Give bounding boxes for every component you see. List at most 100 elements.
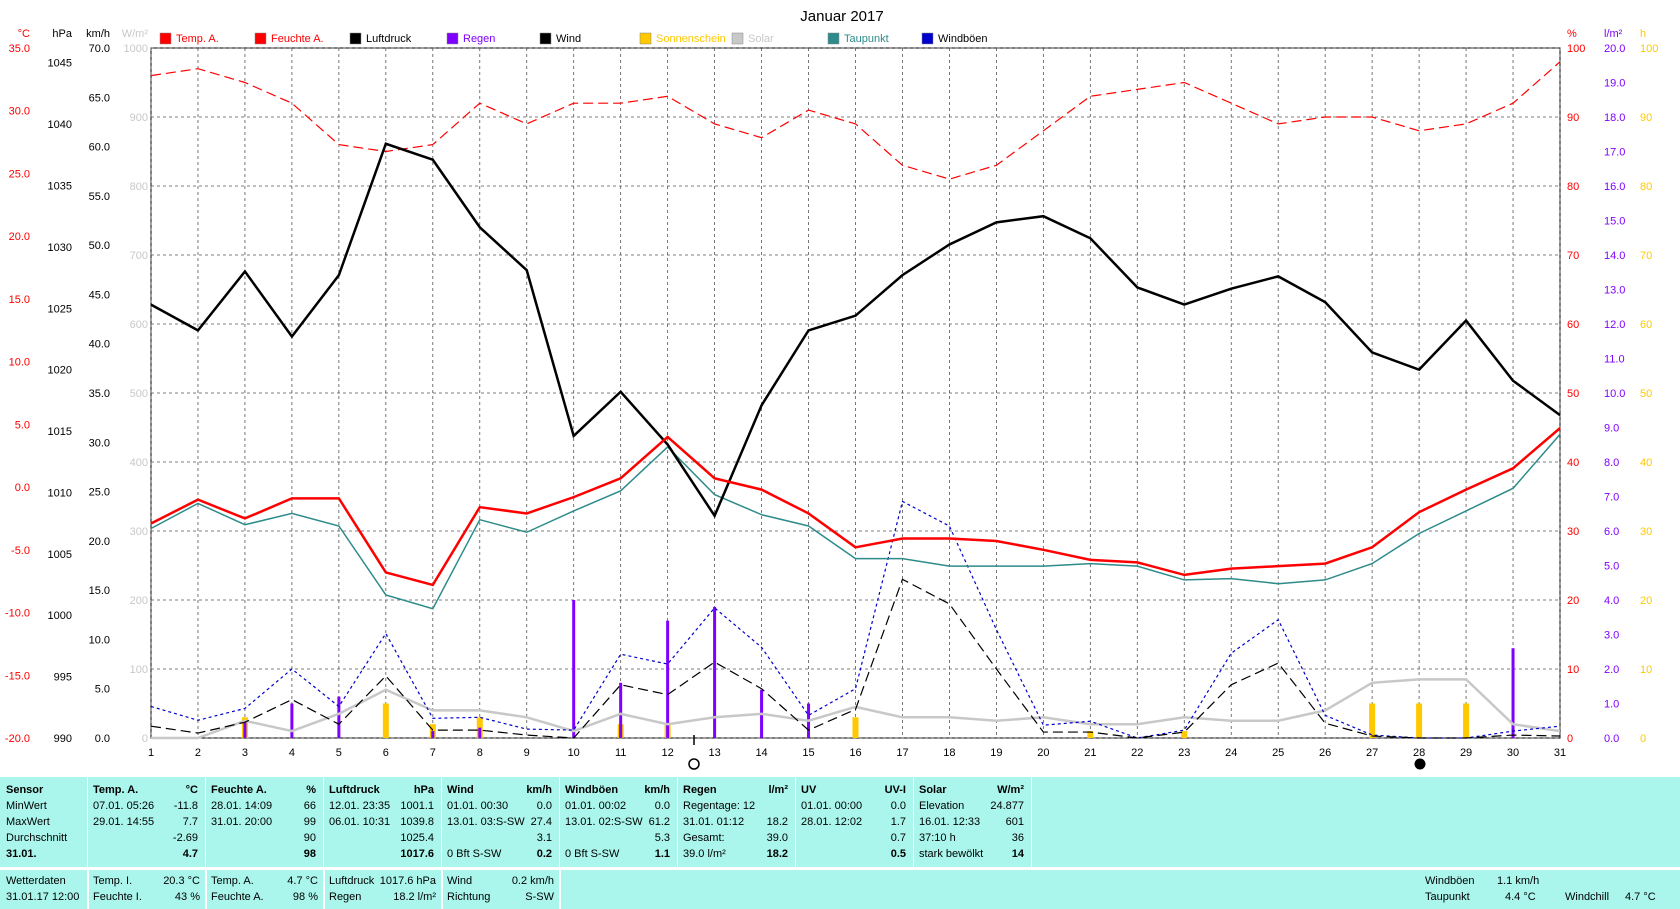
x-tick-label: 2 <box>195 747 201 759</box>
rain-bar <box>572 600 576 738</box>
footer-windboeen-value: 1.1 km/h <box>1497 875 1540 887</box>
stats-cell: 24.877 <box>990 800 1024 812</box>
x-tick-label: 13 <box>708 747 720 759</box>
x-tick-label: 15 <box>802 747 814 759</box>
temp-tick-label: -5.0 <box>11 545 30 557</box>
stats-cell: 39.0 <box>766 832 788 844</box>
temp-tick-label: 15.0 <box>9 294 30 306</box>
stats-cell: l/m² <box>768 784 788 796</box>
temp-tick-label: -20.0 <box>5 733 30 745</box>
new-moon-icon <box>1414 758 1426 770</box>
wind-tick-label: 10.0 <box>89 634 110 646</box>
sunshine-tick-label: 50 <box>1640 388 1652 400</box>
legend-label: Sonnenschein <box>656 33 726 45</box>
wind-tick-label: 60.0 <box>89 142 110 154</box>
stats-cell: 1.7 <box>890 816 906 828</box>
x-tick-label: 22 <box>1131 747 1143 759</box>
temp-tick-label: 35.0 <box>9 43 30 55</box>
stats-cell: 18.2 <box>766 848 788 860</box>
solar-tick-label: 700 <box>130 250 148 262</box>
wind-tick-label: 20.0 <box>89 536 110 548</box>
legend-swatch <box>446 32 459 45</box>
pressure-tick-label: 1005 <box>48 549 72 561</box>
humidity-tick-label: 50 <box>1567 388 1579 400</box>
footer-windchill-label: Windchill <box>1565 891 1610 903</box>
humidity-tick-label: 0 <box>1567 733 1573 745</box>
wind-tick-label: 15.0 <box>89 585 110 597</box>
rain-tick-label: 8.0 <box>1604 457 1619 469</box>
solar-tick-label: 1000 <box>124 43 148 55</box>
rain-bar <box>337 696 341 738</box>
rain-bar <box>431 731 435 738</box>
stats-cell: 18.2 <box>766 816 788 828</box>
rain-axis-unit: l/m² <box>1604 28 1623 40</box>
sunshine-bar <box>1369 703 1376 738</box>
footer-feuchte-a-label: Feuchte A. <box>211 891 264 903</box>
stats-cell: 1001.1 <box>400 800 434 812</box>
humidity-tick-label: 70 <box>1567 250 1579 262</box>
legend-swatch <box>349 32 362 45</box>
humidity-tick-label: 60 <box>1567 319 1579 331</box>
pressure-tick-label: 1035 <box>48 181 72 193</box>
weather-chart: Januar 20171 2 3 4 5 6 7 8 9 10 11 12 13 14 15 16 17 18 19… <box>5 8 1658 770</box>
sunshine-bar <box>852 717 859 738</box>
x-tick-label: 7 <box>430 747 436 759</box>
pressure-tick-label: 1000 <box>48 610 72 622</box>
stats-cell: 0.5 <box>890 848 906 860</box>
temp-tick-label: -10.0 <box>5 608 30 620</box>
x-tick-label: 5 <box>336 747 342 759</box>
stats-cell: -2.69 <box>172 832 198 844</box>
humidity-tick-label: 30 <box>1567 526 1579 538</box>
pressure-tick-label: 1015 <box>48 426 72 438</box>
stats-cell: 27.4 <box>530 816 552 828</box>
sunshine-bar <box>1416 703 1423 738</box>
footer-luftdruck-value: 1017.6 hPa <box>379 875 436 887</box>
legend-label: Temp. A. <box>176 33 219 45</box>
pressure-tick-label: 1040 <box>48 119 72 131</box>
sunshine-bar <box>1181 731 1188 738</box>
wind-tick-label: 50.0 <box>89 240 110 252</box>
x-tick-label: 28 <box>1413 747 1425 759</box>
rain-tick-label: 11.0 <box>1604 354 1625 366</box>
footer-richtung-label: Richtung <box>447 891 491 903</box>
stats-cell: 0.0 <box>654 800 670 812</box>
temp-tick-label: 0.0 <box>15 482 30 494</box>
stats-cell: 31.01. <box>6 848 37 860</box>
wind-tick-label: 25.0 <box>89 487 110 499</box>
footer-wind-label: Wind <box>447 875 473 887</box>
footer-regen-value: 18.2 l/m² <box>393 891 436 903</box>
solar-tick-label: 500 <box>130 388 148 400</box>
x-tick-label: 21 <box>1084 747 1096 759</box>
legend-label: Luftdruck <box>366 33 412 45</box>
stats-cell: 90 <box>303 832 316 844</box>
legend-label: Regen <box>463 33 495 45</box>
footer-regen-label: Regen <box>329 891 362 903</box>
stats-cell: °C <box>185 784 198 796</box>
stats-cell: 3.1 <box>536 832 552 844</box>
rain-tick-label: 9.0 <box>1604 423 1619 435</box>
footer-windboeen-label: Windböen <box>1425 875 1475 887</box>
solar-tick-label: 100 <box>130 664 148 676</box>
temp-tick-label: 30.0 <box>9 106 30 118</box>
x-tick-label: 20 <box>1037 747 1049 759</box>
legend-label: Windböen <box>938 33 988 45</box>
solar-tick-label: 200 <box>130 595 148 607</box>
pressure-tick-label: 1020 <box>48 365 72 377</box>
x-tick-label: 23 <box>1178 747 1190 759</box>
stats-cell: 61.2 <box>648 816 670 828</box>
sunshine-bar <box>1463 703 1470 738</box>
x-tick-label: 17 <box>896 747 908 759</box>
pressure-tick-label: 1045 <box>48 58 72 70</box>
legend-swatch <box>254 32 267 45</box>
legend-swatch <box>639 32 652 45</box>
footer-wind-value: 0.2 km/h <box>511 875 554 887</box>
x-tick-label: 8 <box>477 747 483 759</box>
rain-tick-label: 5.0 <box>1604 561 1619 573</box>
footer-datetime: 31.01.17 12:00 <box>6 891 80 903</box>
wind-tick-label: 30.0 <box>89 437 110 449</box>
pressure-tick-label: 995 <box>54 672 72 684</box>
solar-tick-label: 300 <box>130 526 148 538</box>
solar-tick-label: 400 <box>130 457 148 469</box>
stats-cell: W/m² <box>997 784 1024 796</box>
x-tick-label: 25 <box>1272 747 1284 759</box>
